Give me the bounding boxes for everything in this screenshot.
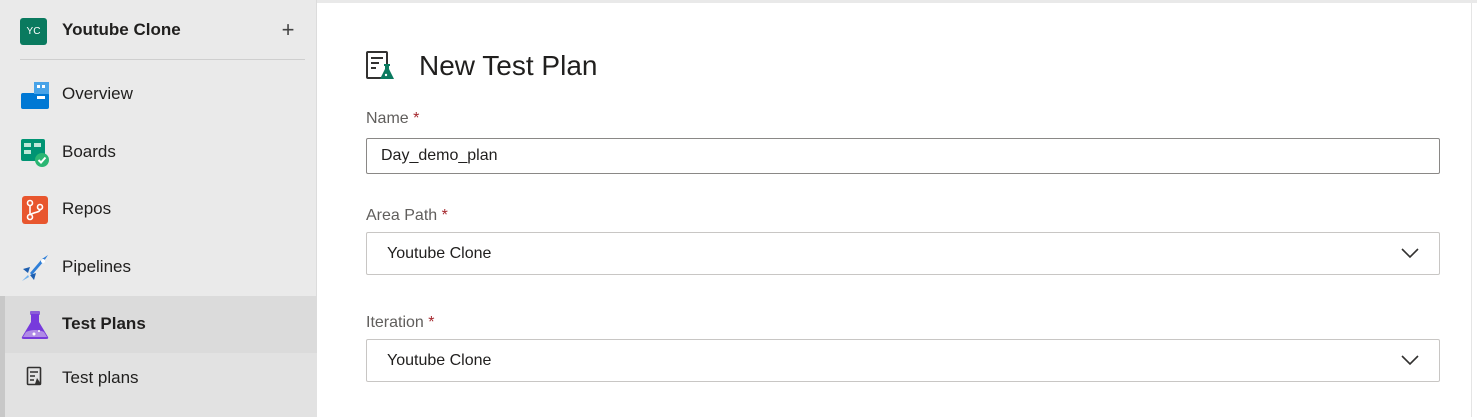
- repos-icon: [22, 196, 48, 224]
- pipelines-icon: [22, 255, 48, 281]
- area-path-label-text: Area Path: [366, 207, 438, 224]
- test-plans-icon: [21, 311, 49, 339]
- sidebar-item-repos[interactable]: Repos: [0, 181, 317, 238]
- area-path-dropdown[interactable]: Youtube Clone: [366, 232, 1440, 275]
- area-path-value: Youtube Clone: [387, 245, 492, 262]
- sidebar-item-label: Boards: [62, 142, 116, 161]
- add-button[interactable]: +: [276, 15, 300, 45]
- top-border: [317, 0, 1477, 3]
- name-label-text: Name: [366, 110, 409, 127]
- sub-nav: Test plans: [0, 353, 317, 417]
- project-name[interactable]: Youtube Clone: [62, 20, 181, 40]
- iteration-label-text: Iteration: [366, 314, 424, 331]
- iteration-label: Iteration *: [366, 314, 435, 332]
- chevron-down-icon: [1401, 248, 1419, 259]
- sidebar-subitem-test-plans[interactable]: Test plans: [0, 353, 317, 403]
- sidebar-item-label: Test Plans: [62, 314, 146, 333]
- overview-icon: [21, 82, 49, 109]
- sidebar-item-label: Test plans: [62, 368, 139, 387]
- name-label: Name *: [366, 110, 419, 128]
- sidebar-item-label: Repos: [62, 199, 112, 218]
- required-marker: *: [413, 110, 420, 127]
- boards-icon: [21, 139, 49, 167]
- test-plans-list-icon: [26, 366, 42, 386]
- page-title: New Test Plan: [419, 50, 598, 81]
- panel-border: [1471, 3, 1472, 417]
- name-input[interactable]: [366, 138, 1440, 174]
- sidebar-item-label: Pipelines: [62, 257, 131, 276]
- project-avatar[interactable]: YC: [20, 18, 47, 45]
- sidebar-item-overview[interactable]: Overview: [0, 66, 317, 123]
- sidebar-item-label: Overview: [62, 84, 133, 103]
- sidebar-item-boards[interactable]: Boards: [0, 124, 317, 181]
- iteration-dropdown[interactable]: Youtube Clone: [366, 339, 1440, 382]
- sidebar: YC Youtube Clone + Overview Boards Repos…: [0, 0, 317, 417]
- divider: [20, 59, 305, 60]
- project-header: YC Youtube Clone +: [0, 0, 317, 60]
- required-marker: *: [441, 207, 448, 224]
- sidebar-item-pipelines[interactable]: Pipelines: [0, 239, 317, 296]
- chevron-down-icon: [1401, 355, 1419, 366]
- sidebar-item-test-plans[interactable]: Test Plans: [0, 296, 317, 353]
- iteration-value: Youtube Clone: [387, 352, 492, 369]
- required-marker: *: [428, 314, 435, 331]
- area-path-label: Area Path *: [366, 207, 448, 225]
- test-plan-icon: [366, 51, 394, 79]
